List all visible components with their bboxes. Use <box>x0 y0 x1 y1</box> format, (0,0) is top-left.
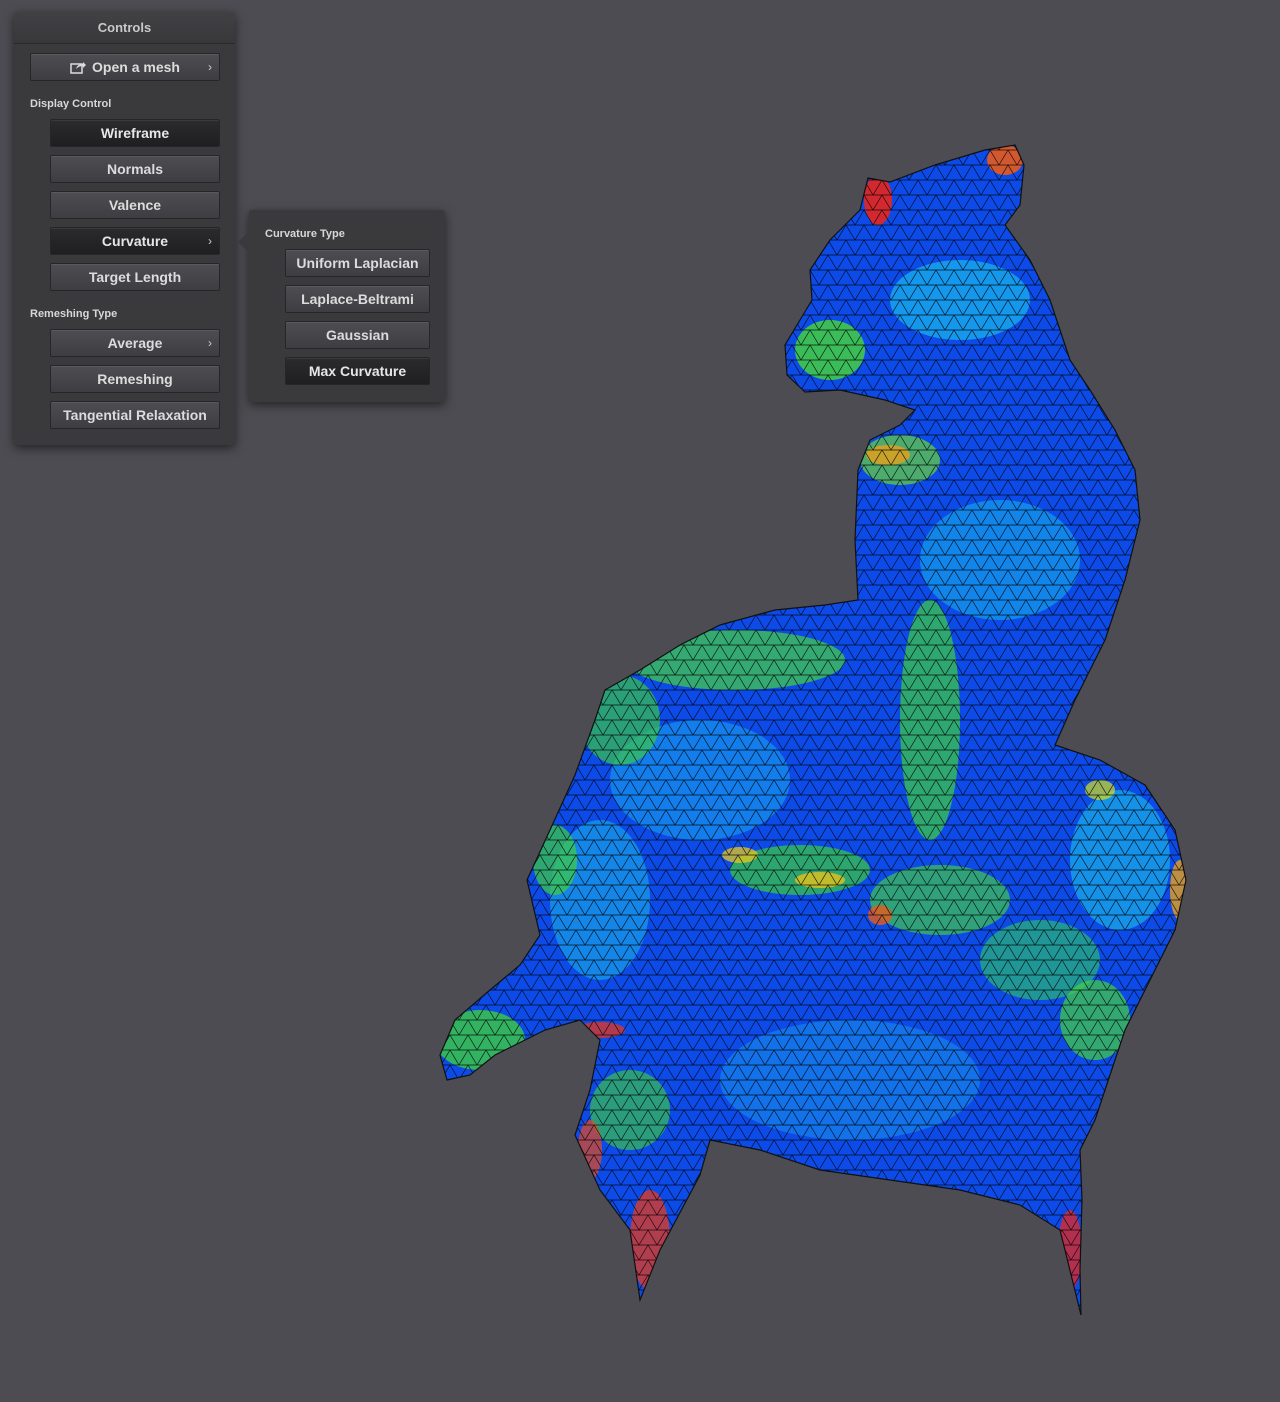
display-control-label: Display Control <box>30 98 112 110</box>
remeshing-type-value: Average <box>107 335 163 351</box>
popup-arrow <box>238 231 249 253</box>
curvature-type-label: Curvature Type <box>265 228 345 240</box>
laplace-beltrami-button[interactable]: Laplace-Beltrami <box>285 285 430 313</box>
open-mesh-button[interactable]: Open a mesh › <box>30 53 220 81</box>
open-mesh-label: Open a mesh <box>92 59 180 75</box>
uniform-laplacian-button[interactable]: Uniform Laplacian <box>285 249 430 277</box>
curvature-label: Curvature <box>101 233 169 249</box>
max-curvature-button[interactable]: Max Curvature <box>285 357 430 385</box>
share-open-icon <box>70 62 87 74</box>
wireframe-button[interactable]: Wireframe <box>50 119 220 147</box>
curvature-button[interactable]: Curvature › <box>50 227 220 255</box>
remeshing-button[interactable]: Remeshing <box>50 365 220 393</box>
target-length-button[interactable]: Target Length <box>50 263 220 291</box>
chevron-right-icon: › <box>208 234 212 248</box>
normals-button[interactable]: Normals <box>50 155 220 183</box>
chevron-right-icon: › <box>208 60 212 74</box>
gaussian-button[interactable]: Gaussian <box>285 321 430 349</box>
remeshing-type-label: Remeshing Type <box>30 308 118 320</box>
valence-button[interactable]: Valence <box>50 191 220 219</box>
controls-panel: Controls Open a mesh › Display Control W… <box>14 12 235 445</box>
curvature-type-popup: Curvature Type Uniform Laplacian Laplace… <box>238 210 445 402</box>
remeshing-type-dropdown[interactable]: Average › <box>50 329 220 357</box>
tangential-relaxation-button[interactable]: Tangential Relaxation <box>50 401 220 429</box>
chevron-right-icon: › <box>208 336 212 350</box>
panel-title: Controls <box>14 12 235 44</box>
